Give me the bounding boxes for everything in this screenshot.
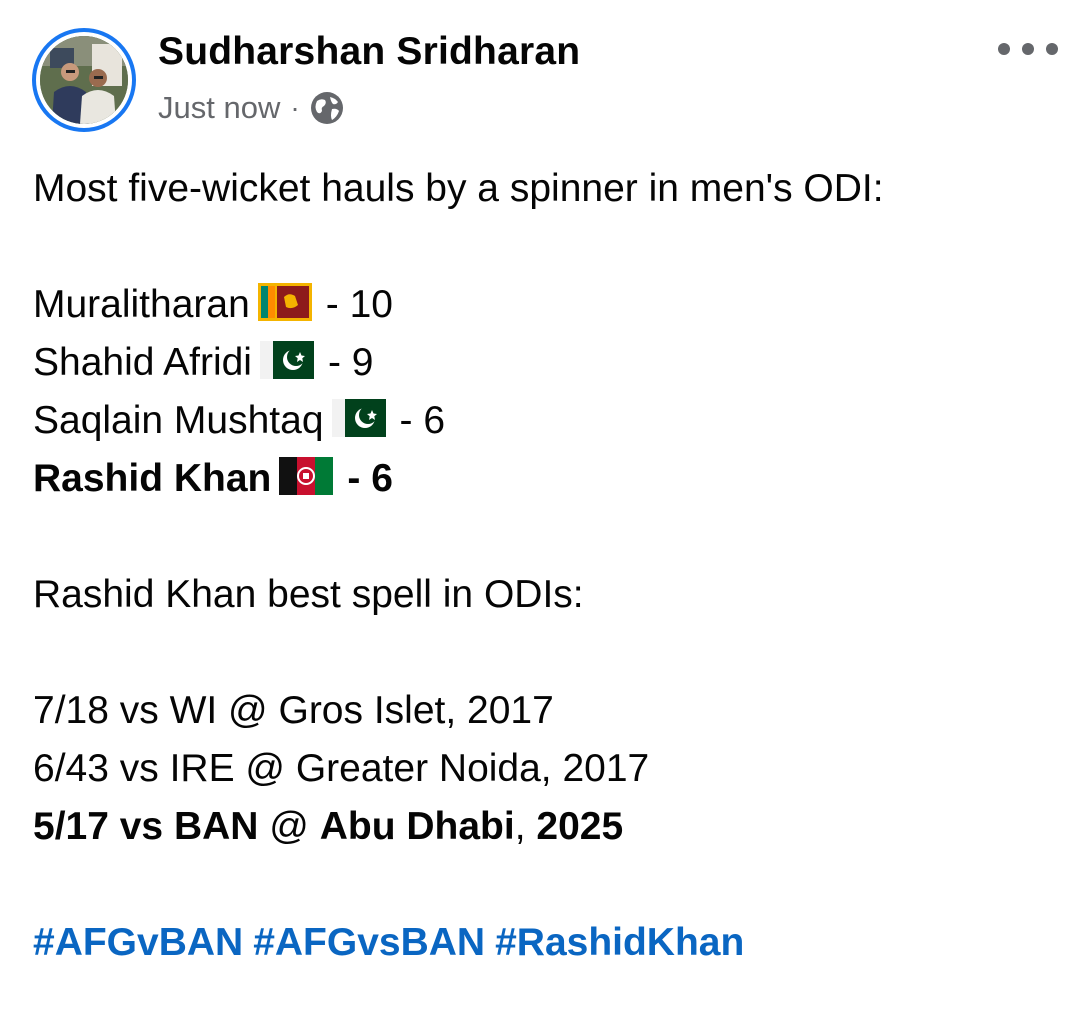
ranking-row: Saqlain Mushtaq - 6 [33,392,1053,450]
hashtag-rashidkhan[interactable]: #RashidKhan [495,921,744,964]
player-name: Shahid Afridi [33,341,252,384]
afghanistan-flag-icon [279,457,334,495]
hashtag-afgvsban[interactable]: #AFGvsBAN [253,921,485,964]
avatar[interactable] [32,28,136,132]
author-name[interactable]: Sudharshan Sridharan [158,30,580,74]
spell-row-highlight: 5/17 vs BAN @ Abu Dhabi, 2025 [33,798,1053,856]
spell-comma: , [514,805,537,848]
pakistan-flag-icon [331,399,386,437]
avatar-photo [40,36,128,124]
meta-separator: · [290,92,300,123]
ranking-value: - 9 [327,341,374,384]
spell-year: 2025 [536,805,624,848]
post-meta: Just now · [158,87,346,129]
post-header: Sudharshan Sridharan Just now · [0,0,1080,150]
spell-venue: Abu Dhabi [319,805,515,848]
globe-icon[interactable] [308,89,346,127]
post-intro: Most five-wicket hauls by a spinner in m… [33,167,884,210]
sri-lanka-flag-icon [257,283,312,321]
spells-heading: Rashid Khan best spell in ODIs: [33,573,584,616]
post-body: Most five-wicket hauls by a spinner in m… [33,160,1053,972]
player-name: Saqlain Mushtaq [33,399,324,442]
spell-figures: 5/17 vs BAN [33,805,259,848]
hashtag-row: #AFGvBAN #AFGvsBAN #RashidKhan [33,914,1053,972]
ranking-value: - 6 [347,457,393,500]
more-options-button[interactable] [998,34,1058,64]
ranking-value: - 6 [399,399,446,442]
hashtag-afgvban[interactable]: #AFGvBAN [33,921,243,964]
pakistan-flag-icon [259,341,314,379]
avatar-image [40,36,128,124]
more-options-icon-dot [1022,43,1034,55]
spell-at: @ [258,805,320,848]
player-name: Muralitharan [33,283,250,326]
ranking-value: - 10 [325,283,393,326]
player-name: Rashid Khan [33,457,272,500]
spell-row: 7/18 vs WI @ Gros Islet, 2017 [33,689,554,732]
spell-row: 6/43 vs IRE @ Greater Noida, 2017 [33,747,650,790]
ranking-row-highlight: Rashid Khan - 6 [33,450,1053,508]
more-options-icon-dot [1046,43,1058,55]
ranking-row: Muralitharan - 10 [33,276,1053,334]
ranking-row: Shahid Afridi - 9 [33,334,1053,392]
more-options-icon [998,43,1010,55]
post-timestamp[interactable]: Just now [158,90,280,126]
